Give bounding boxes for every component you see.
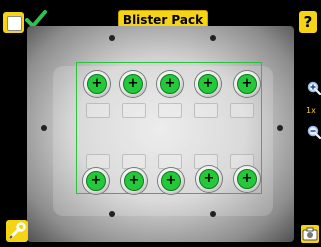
pass-indicator: +: [198, 74, 218, 94]
pill-marker[interactable]: +: [234, 71, 260, 97]
mounting-hole: [210, 211, 216, 217]
mounting-hole: [277, 125, 283, 131]
pass-indicator: +: [123, 74, 143, 94]
pass-indicator: +: [86, 171, 106, 191]
pass-indicator: +: [237, 74, 257, 94]
pill-marker[interactable]: +: [158, 168, 184, 194]
tools-button[interactable]: [6, 220, 28, 242]
mounting-hole: [109, 35, 115, 41]
pill-marker[interactable]: +: [84, 71, 110, 97]
pill-marker[interactable]: +: [157, 71, 183, 97]
pass-indicator: +: [199, 169, 219, 189]
pill-marker[interactable]: +: [195, 71, 221, 97]
help-button[interactable]: ?: [299, 11, 317, 33]
zoom-out-icon[interactable]: [307, 125, 321, 139]
menu-icon: [7, 16, 22, 31]
pill-marker[interactable]: +: [196, 166, 222, 192]
wrench-icon: [9, 222, 26, 239]
camera-image-view: + + + + + + + + + +: [27, 26, 294, 242]
pass-indicator: +: [161, 171, 181, 191]
pass-indicator: +: [160, 74, 180, 94]
camera-button[interactable]: [301, 225, 319, 243]
pill-marker[interactable]: +: [83, 168, 109, 194]
pass-indicator: +: [124, 171, 144, 191]
pass-indicator: +: [237, 169, 257, 189]
menu-button[interactable]: [3, 12, 24, 33]
mounting-hole: [109, 211, 115, 217]
camera-icon: [302, 227, 318, 241]
inspection-screen: { "header": { "title": "Blister Pack", "…: [0, 0, 321, 247]
mounting-hole: [210, 35, 216, 41]
zoom-level-label: 1x: [306, 106, 316, 115]
pill-marker[interactable]: +: [120, 71, 146, 97]
pill-marker[interactable]: +: [234, 166, 260, 192]
zoom-in-icon[interactable]: [307, 81, 321, 95]
pass-indicator: +: [87, 74, 107, 94]
pill-marker[interactable]: +: [121, 168, 147, 194]
mounting-hole: [41, 125, 47, 131]
